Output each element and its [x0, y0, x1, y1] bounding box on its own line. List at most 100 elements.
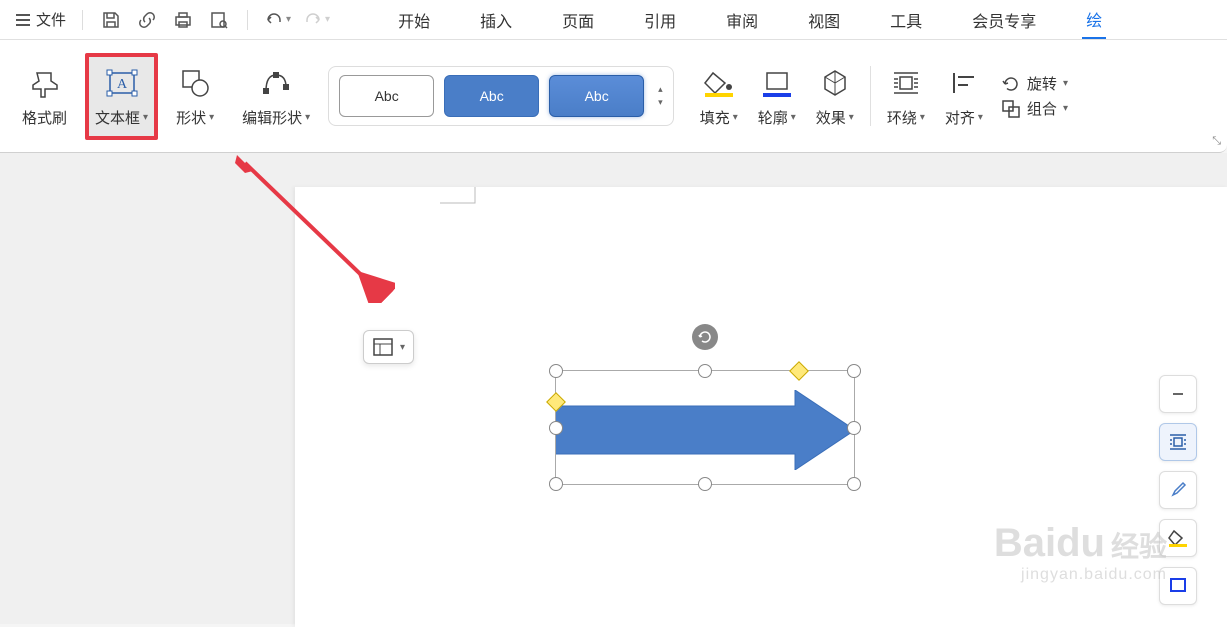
group-button[interactable]: 组合▾	[1001, 98, 1068, 119]
text-box-icon: A	[104, 65, 140, 101]
resize-handle-tm[interactable]	[698, 364, 712, 378]
edit-shape-label: 编辑形状▾	[242, 107, 310, 128]
style-preset-1[interactable]: Abc	[339, 75, 434, 117]
link-icon[interactable]	[135, 8, 159, 32]
chevron-down-icon: ▾	[143, 112, 148, 123]
redo-button[interactable]: ▾	[303, 11, 330, 29]
chevron-down-icon: ▾	[286, 14, 291, 25]
format-painter-button[interactable]: 格式刷	[12, 65, 77, 128]
rotate-icon	[1001, 74, 1021, 94]
resize-handle-br[interactable]	[847, 477, 861, 491]
rotate-handle[interactable]	[692, 324, 718, 350]
separator	[82, 10, 83, 30]
rotate-button[interactable]: 旋转▾	[1001, 73, 1068, 94]
layout-options-popup[interactable]: ▾	[363, 330, 414, 364]
outline-icon	[761, 65, 793, 101]
top-bar: 文件 ▾ ▾ 开始 插入 页面 引用 审阅 视图 工具 会员专	[0, 0, 1227, 40]
layout-icon	[372, 337, 394, 357]
shape-button[interactable]: 形状▾	[166, 65, 224, 128]
float-wrap-button[interactable]	[1159, 423, 1197, 461]
wrap-label: 环绕▾	[887, 107, 925, 128]
document-page[interactable]	[295, 187, 1227, 627]
shape-label: 形状▾	[176, 107, 214, 128]
resize-handle-mr[interactable]	[847, 421, 861, 435]
text-cursor-mark	[440, 187, 480, 207]
svg-text:A: A	[116, 77, 127, 92]
float-outline-button[interactable]	[1159, 567, 1197, 605]
effects-icon	[819, 65, 851, 101]
gallery-more-button[interactable]: ▴▾	[654, 84, 663, 108]
tab-view[interactable]: 视图	[804, 2, 844, 38]
adjust-handle-1[interactable]	[789, 361, 809, 381]
tab-draw[interactable]: 绘	[1082, 1, 1106, 39]
adjust-handle-2[interactable]	[546, 392, 566, 412]
chevron-down-icon: ▾	[1063, 78, 1068, 89]
float-brush-button[interactable]	[1159, 471, 1197, 509]
style-preset-2[interactable]: Abc	[444, 75, 539, 117]
separator	[247, 10, 248, 30]
chevron-down-icon: ▾	[305, 112, 310, 123]
selection-box	[555, 370, 855, 485]
outline-button[interactable]: 轮廓▾	[748, 65, 806, 128]
undo-button[interactable]: ▾	[264, 11, 291, 29]
chevron-down-icon: ▾	[791, 112, 796, 123]
align-button[interactable]: 对齐▾	[935, 65, 993, 128]
main-tabs: 开始 插入 页面 引用 审阅 视图 工具 会员专享 绘	[394, 1, 1106, 39]
format-painter-label: 格式刷	[22, 107, 67, 128]
file-label: 文件	[36, 9, 66, 30]
ribbon-expand-icon[interactable]: ⤡	[1212, 135, 1221, 148]
edit-shape-icon	[260, 65, 292, 101]
quick-access-toolbar: ▾ ▾	[99, 8, 330, 32]
edit-shape-button[interactable]: 编辑形状▾	[232, 65, 320, 128]
effects-button[interactable]: 效果▾	[806, 65, 864, 128]
chevron-down-icon: ▾	[733, 112, 738, 123]
format-painter-icon	[29, 65, 61, 101]
tab-review[interactable]: 审阅	[722, 2, 762, 38]
hamburger-icon	[16, 14, 30, 26]
wrap-icon	[890, 65, 922, 101]
tab-page[interactable]: 页面	[558, 2, 598, 38]
shape-style-gallery: Abc Abc Abc ▴▾	[328, 66, 674, 126]
fill-icon	[703, 65, 735, 101]
chevron-down-icon: ▾	[920, 112, 925, 123]
tab-insert[interactable]: 插入	[476, 2, 516, 38]
align-icon	[948, 65, 980, 101]
floating-toolbar	[1159, 375, 1197, 605]
selected-shape[interactable]	[555, 370, 855, 485]
style-preset-3[interactable]: Abc	[549, 75, 644, 117]
tab-member[interactable]: 会员专享	[968, 2, 1040, 38]
chevron-down-icon: ▾	[1063, 103, 1068, 114]
rotate-group-stack: 旋转▾ 组合▾	[993, 73, 1076, 119]
canvas-area: ▾ Baidu 经验	[0, 153, 1227, 624]
resize-handle-tl[interactable]	[549, 364, 563, 378]
chevron-down-icon: ▾	[209, 112, 214, 123]
resize-handle-bl[interactable]	[549, 477, 563, 491]
chevron-down-icon: ▾	[400, 342, 405, 353]
print-icon[interactable]	[171, 8, 195, 32]
effects-label: 效果▾	[816, 107, 854, 128]
group-icon	[1001, 99, 1021, 119]
float-fill-button[interactable]	[1159, 519, 1197, 557]
ribbon: 格式刷 A 文本框▾ 形状▾ 编辑形状▾ Abc Abc Abc ▴▾	[0, 40, 1227, 153]
file-menu[interactable]: 文件	[8, 5, 74, 34]
chevron-down-icon: ▾	[325, 14, 330, 25]
fill-button[interactable]: 填充▾	[690, 65, 748, 128]
text-box-button[interactable]: A 文本框▾	[85, 53, 158, 140]
chevron-down-icon: ▾	[978, 112, 983, 123]
ribbon-right-group: 填充▾ 轮廓▾ 效果▾ 环绕▾	[690, 65, 1076, 128]
tab-start[interactable]: 开始	[394, 2, 434, 38]
wrap-button[interactable]: 环绕▾	[877, 65, 935, 128]
tab-reference[interactable]: 引用	[640, 2, 680, 38]
text-box-label: 文本框▾	[95, 107, 148, 128]
fill-label: 填充▾	[700, 107, 738, 128]
resize-handle-bm[interactable]	[698, 477, 712, 491]
resize-handle-ml[interactable]	[549, 421, 563, 435]
outline-label: 轮廓▾	[758, 107, 796, 128]
align-label: 对齐▾	[945, 107, 983, 128]
print-preview-icon[interactable]	[207, 8, 231, 32]
float-collapse-button[interactable]	[1159, 375, 1197, 413]
chevron-down-icon: ▾	[849, 112, 854, 123]
save-icon[interactable]	[99, 8, 123, 32]
tab-tools[interactable]: 工具	[886, 2, 926, 38]
resize-handle-tr[interactable]	[847, 364, 861, 378]
